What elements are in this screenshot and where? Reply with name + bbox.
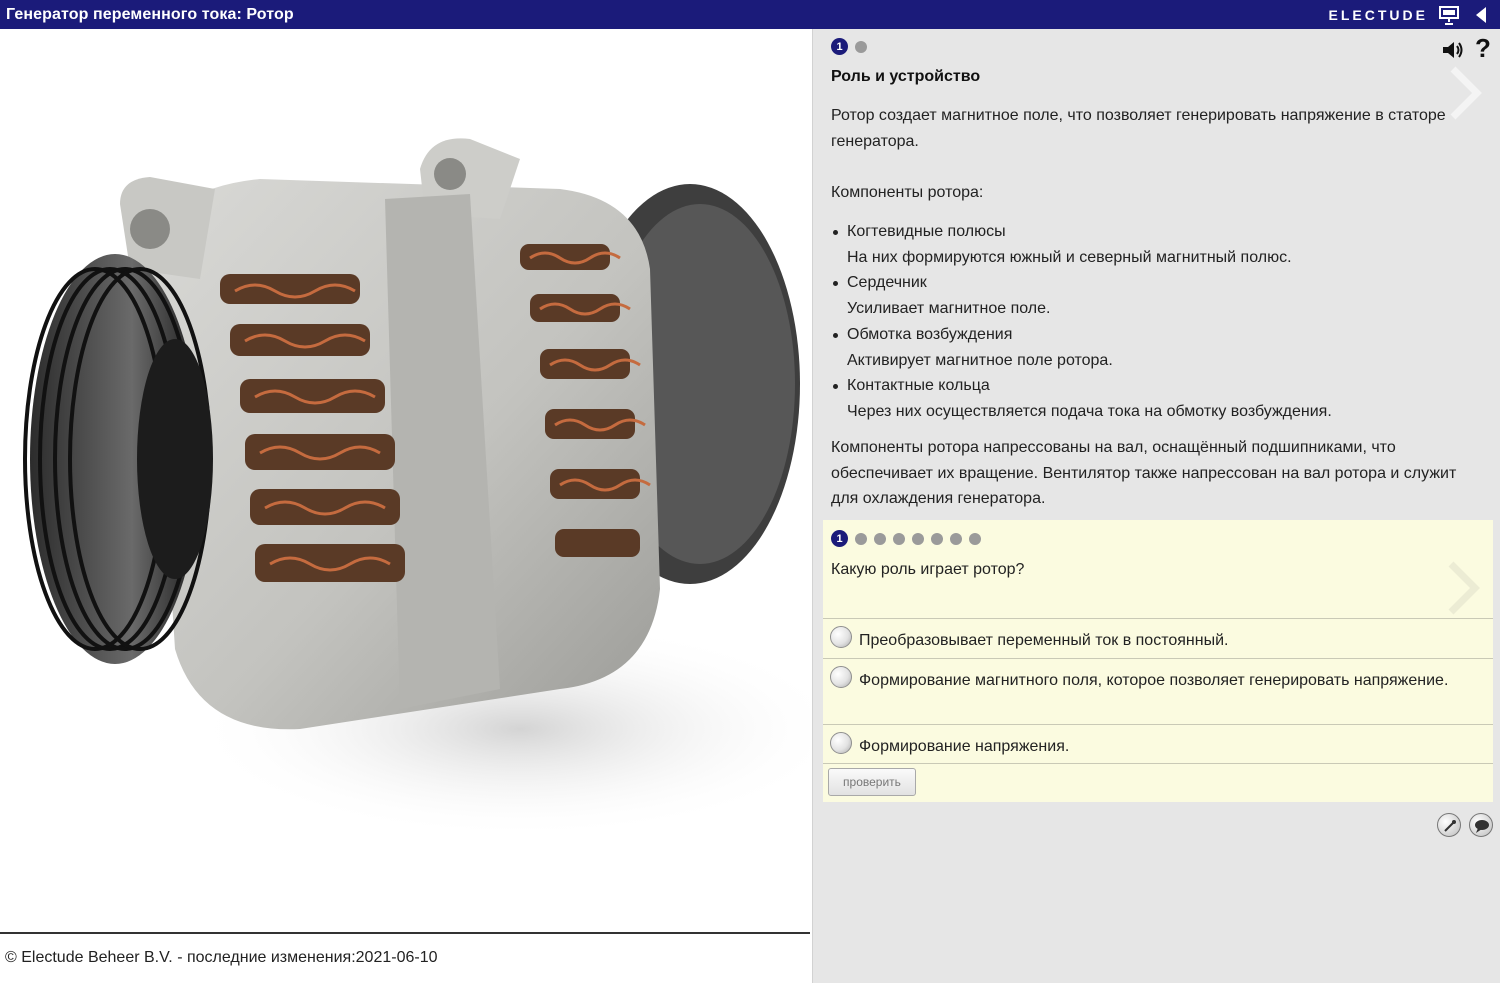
answer-option[interactable]: Формирование магнитного поля, которое по…: [823, 658, 1493, 724]
comment-icon[interactable]: [1469, 813, 1493, 837]
radio-button[interactable]: [830, 626, 852, 648]
list-item: Обмотка возбуждения Активирует магнитное …: [831, 322, 1451, 373]
quiz-dot[interactable]: [950, 532, 962, 545]
quiz-dot[interactable]: [969, 532, 981, 545]
list-item: Сердечник Усиливает магнитное поле.: [831, 270, 1451, 321]
presentation-icon[interactable]: [1438, 4, 1460, 26]
alternator-image: [0, 29, 810, 903]
check-button[interactable]: проверить: [828, 768, 916, 796]
quiz-dot[interactable]: [893, 532, 905, 545]
help-icon[interactable]: ?: [1475, 33, 1491, 64]
speaker-icon[interactable]: [1441, 39, 1465, 61]
title-bar-controls: ELECTUDE: [1329, 0, 1492, 29]
components-heading: Компоненты ротора:: [831, 184, 984, 201]
list-item: Когтевидные полюсы На них формируются южн…: [831, 219, 1451, 270]
title-bar: Генератор переменного тока: Ротор ELECTU…: [0, 0, 1500, 29]
right-pane: 1 ? Роль и устройство Ротор создает магн…: [812, 29, 1500, 983]
radio-button[interactable]: [830, 666, 852, 688]
page-dot-current[interactable]: 1: [831, 38, 848, 55]
page-indicator: 1: [831, 38, 867, 55]
page-dot[interactable]: [855, 40, 867, 53]
section-title: Роль и устройство: [831, 68, 981, 85]
collapse-left-icon[interactable]: [1470, 4, 1492, 26]
brand-logo: ELECTUDE: [1328, 6, 1428, 23]
closing-text: Компоненты ротора напрессованы на вал, о…: [831, 439, 1457, 508]
left-pane: © Electude Beheer B.V. - последние измен…: [0, 29, 812, 983]
answer-option[interactable]: Формирование напряжения.: [823, 724, 1493, 764]
copyright-text: © Electude Beheer B.V. - последние измен…: [5, 949, 438, 966]
quiz-dot[interactable]: [874, 532, 886, 545]
quiz-panel: 1 Какую роль играет ротор? Преобразовыва…: [823, 520, 1493, 802]
quiz-dot[interactable]: [855, 532, 867, 545]
quiz-next-arrow-icon[interactable]: [1445, 560, 1481, 616]
quiz-progress: 1: [831, 530, 981, 547]
list-item: Контактные кольца Через них осуществляетс…: [831, 373, 1451, 424]
answer-label: Формирование напряжения.: [859, 738, 1070, 755]
quiz-dot[interactable]: [931, 532, 943, 545]
page-title: Генератор переменного тока: Ротор: [6, 5, 294, 23]
intro-text: Ротор создает магнитное поле, что позвол…: [831, 107, 1446, 150]
answer-label: Формирование магнитного поля, которое по…: [859, 672, 1449, 689]
quiz-question: Какую роль играет ротор?: [831, 561, 1025, 578]
quiz-dot-current[interactable]: 1: [831, 530, 848, 547]
radio-button[interactable]: [830, 732, 852, 754]
answer-label: Преобразовывает переменный ток в постоян…: [859, 632, 1229, 649]
quiz-dot[interactable]: [912, 532, 924, 545]
footer-divider: [0, 932, 810, 934]
components-list: Когтевидные полюсы На них формируются южн…: [831, 219, 1451, 425]
answer-option[interactable]: Преобразовывает переменный ток в постоян…: [823, 618, 1493, 658]
pin-tool-icon[interactable]: [1437, 813, 1461, 837]
